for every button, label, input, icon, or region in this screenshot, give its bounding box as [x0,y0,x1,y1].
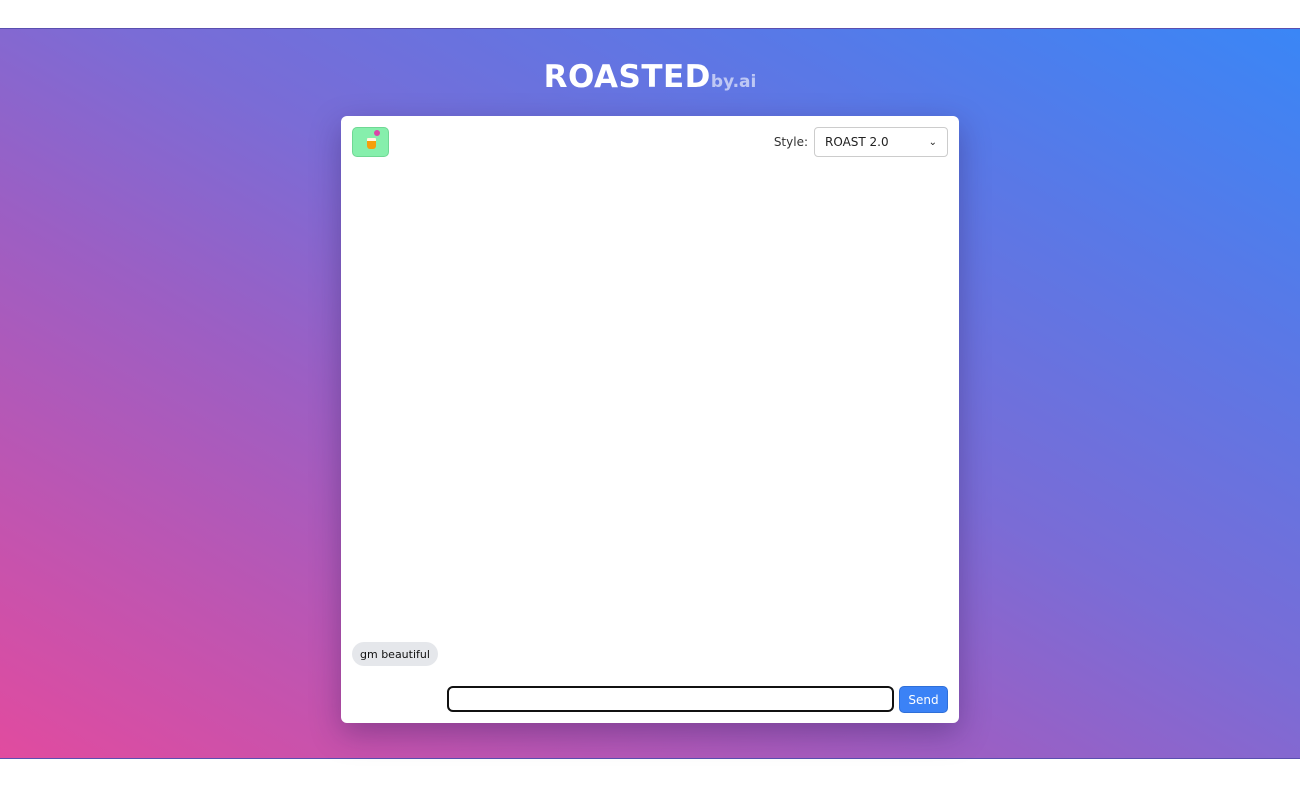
style-label: Style: [773,135,808,149]
gradient-background: ROASTEDby.ai Style: ROAST 2.0 ⌄ gm beaut… [0,28,1300,759]
brand-title: ROASTED [543,59,711,95]
coffee-cup-icon[interactable] [352,127,389,157]
notification-dot [374,130,380,136]
style-dropdown[interactable]: ROAST 2.0 ⌄ [814,127,948,157]
message-bubble: gm beautiful [352,642,438,666]
style-selector: Style: ROAST 2.0 ⌄ [774,127,948,157]
send-button[interactable]: Send [899,686,948,713]
message-text: gm beautiful [360,647,430,661]
cup-shape [367,138,376,149]
message-input[interactable] [447,686,894,712]
brand-logo: ROASTEDby.ai [0,59,1300,95]
chevron-down-icon: ⌄ [928,136,937,148]
style-selected-value: ROAST 2.0 [825,135,889,149]
brand-suffix: by.ai [710,72,757,92]
chat-window: Style: ROAST 2.0 ⌄ gm beautiful Send [341,116,959,723]
